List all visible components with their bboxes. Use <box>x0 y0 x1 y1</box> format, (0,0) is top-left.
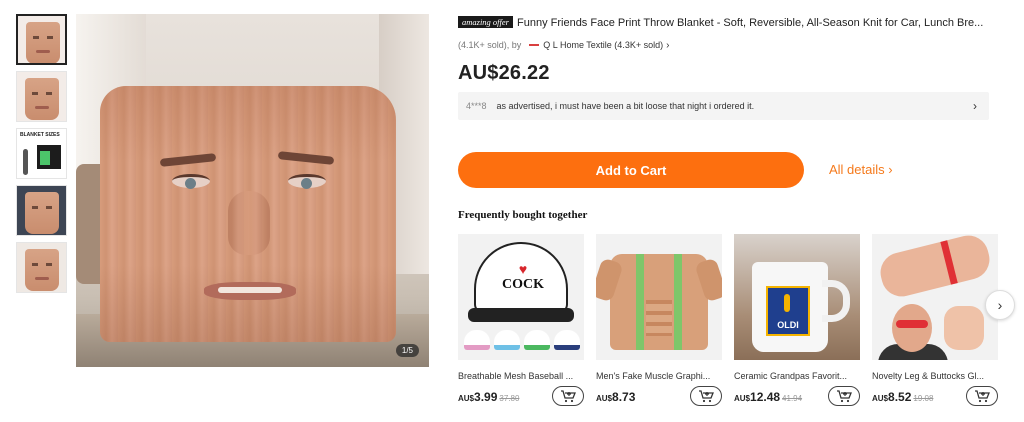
cart-plus-icon <box>975 390 990 403</box>
product-title: amazing offer Funny Friends Face Print Th… <box>458 16 1003 32</box>
thumbnail-1[interactable] <box>16 14 67 65</box>
main-product-image[interactable]: 1/5 <box>76 14 429 367</box>
thumbnail-2[interactable] <box>16 71 67 122</box>
product-name[interactable]: Men's Fake Muscle Graphi... <box>596 371 714 381</box>
product-name[interactable]: Novelty Leg & Buttocks Gl... <box>872 371 990 381</box>
product-price: AU$26.22 <box>458 62 550 84</box>
product-image[interactable]: OLDI <box>734 234 860 360</box>
product-price: 3.99 <box>474 390 498 404</box>
add-to-cart-icon-button[interactable] <box>966 386 998 406</box>
thumbnail-list: BLANKET SIZES <box>16 14 68 299</box>
product-card[interactable]: ♥ COCK Breathable Mesh Baseball ... AU$3.… <box>458 234 584 408</box>
product-image[interactable] <box>872 234 998 360</box>
product-name[interactable]: Breathable Mesh Baseball ... <box>458 371 576 381</box>
add-to-cart-icon-button[interactable] <box>552 386 584 406</box>
chevron-right-icon: › <box>997 297 1003 313</box>
cart-plus-icon <box>699 390 714 403</box>
product-title-text: Funny Friends Face Print Throw Blanket -… <box>517 17 984 29</box>
size-chart-label: BLANKET SIZES <box>20 132 60 138</box>
product-card[interactable]: Novelty Leg & Buttocks Gl... AU$8.52 19.0… <box>872 234 998 408</box>
product-image[interactable] <box>596 234 722 360</box>
all-details-link[interactable]: All details › <box>829 162 893 177</box>
add-to-cart-button[interactable]: Add to Cart <box>458 152 804 188</box>
add-to-cart-icon-button[interactable] <box>828 386 860 406</box>
cart-plus-icon <box>561 390 576 403</box>
product-price: 8.52 <box>888 390 912 404</box>
face-image <box>26 22 60 63</box>
face-image <box>25 249 59 291</box>
frequently-bought-title: Frequently bought together <box>458 209 588 221</box>
chevron-right-icon: › <box>666 40 670 51</box>
sold-count: (4.1K+ sold), by <box>458 40 522 50</box>
carousel-next-button[interactable]: › <box>985 290 1015 320</box>
face-image <box>25 78 59 120</box>
product-card[interactable]: OLDI Ceramic Grandpas Favorit... AU$12.4… <box>734 234 860 408</box>
original-price: 19.08 <box>913 394 934 403</box>
store-icon <box>529 44 540 46</box>
add-to-cart-icon-button[interactable] <box>690 386 722 406</box>
reviewer-name: 4***8 <box>466 101 487 111</box>
product-image[interactable]: ♥ COCK <box>458 234 584 360</box>
face-image <box>25 192 59 234</box>
amazing-offer-badge: amazing offer <box>458 16 513 28</box>
thumbnail-5[interactable] <box>16 242 67 293</box>
product-card[interactable]: Men's Fake Muscle Graphi... AU$8.73 <box>596 234 722 408</box>
product-price: 12.48 <box>750 390 781 404</box>
frequently-bought-list: ♥ COCK Breathable Mesh Baseball ... AU$3.… <box>458 234 1004 414</box>
store-link[interactable]: Q L Home Textile (4.3K+ sold) <box>543 40 663 50</box>
heart-icon: ♥ <box>518 263 528 278</box>
review-text: as advertised, i must have been a bit lo… <box>496 101 755 111</box>
product-name[interactable]: Ceramic Grandpas Favorit... <box>734 371 852 381</box>
blanket-face-print <box>100 86 396 342</box>
thumbnail-3[interactable]: BLANKET SIZES <box>16 128 67 179</box>
thumbnail-4[interactable] <box>16 185 67 236</box>
original-price: 41.94 <box>782 394 803 403</box>
original-price: 37.80 <box>499 394 520 403</box>
review-snippet[interactable]: 4***8 as advertised, i must have been a … <box>458 92 989 120</box>
seller-info: (4.1K+ sold), by Q L Home Textile (4.3K+ … <box>458 40 669 51</box>
product-price: 8.73 <box>612 390 636 404</box>
image-counter: 1/5 <box>395 344 419 357</box>
chevron-right-icon: › <box>973 99 977 113</box>
cart-plus-icon <box>837 390 852 403</box>
